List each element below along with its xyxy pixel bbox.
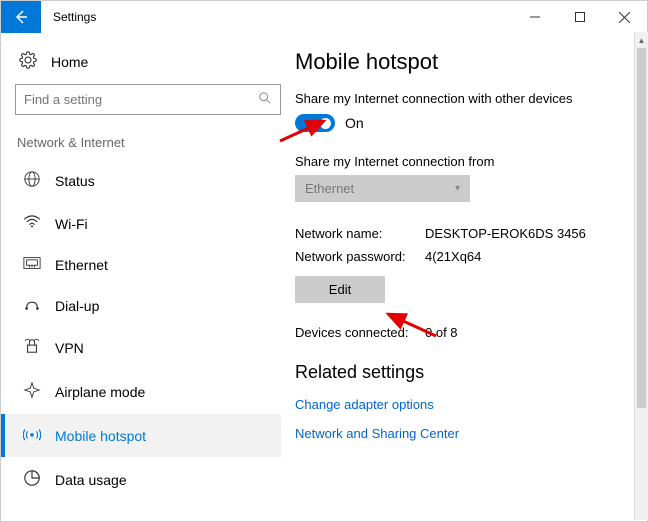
ethernet-icon (23, 256, 41, 273)
related-settings-heading: Related settings (295, 362, 627, 383)
network-password-label: Network password: (295, 249, 425, 264)
scroll-thumb[interactable] (637, 48, 646, 408)
data-usage-icon (23, 469, 41, 490)
chevron-down-icon: ▾ (455, 183, 460, 194)
dialup-icon (23, 297, 41, 314)
hotspot-toggle[interactable] (295, 114, 335, 132)
dropdown-value: Ethernet (305, 181, 354, 196)
search-input[interactable] (24, 92, 224, 107)
sidebar-item-wifi[interactable]: Wi-Fi (1, 203, 281, 244)
search-box[interactable] (15, 84, 281, 115)
scrollbar[interactable]: ▲ (634, 32, 648, 520)
network-password-value: 4(21Xq64 (425, 249, 481, 264)
maximize-icon (575, 12, 585, 22)
sidebar-item-label: Data usage (55, 472, 127, 488)
maximize-button[interactable] (557, 1, 602, 33)
back-arrow-icon (13, 9, 29, 25)
section-title: Network & Internet (15, 131, 281, 158)
sidebar-item-dialup[interactable]: Dial-up (1, 285, 281, 326)
sidebar-item-vpn[interactable]: VPN (1, 326, 281, 369)
share-connection-label: Share my Internet connection with other … (295, 91, 627, 106)
globe-icon (23, 170, 41, 191)
toggle-state-label: On (345, 115, 364, 131)
sidebar-item-status[interactable]: Status (1, 158, 281, 203)
sidebar-item-label: Dial-up (55, 298, 99, 314)
airplane-icon (23, 381, 41, 402)
sidebar-item-label: Ethernet (55, 257, 108, 273)
gear-icon (19, 51, 37, 72)
network-name-label: Network name: (295, 226, 425, 241)
window-title: Settings (53, 10, 96, 24)
sidebar-item-label: Airplane mode (55, 384, 145, 400)
hotspot-icon (23, 426, 41, 445)
share-from-label: Share my Internet connection from (295, 154, 627, 169)
search-icon (258, 91, 272, 108)
devices-connected-label: Devices connected: (295, 325, 425, 340)
back-button[interactable] (1, 1, 41, 33)
link-network-sharing[interactable]: Network and Sharing Center (295, 426, 627, 441)
sidebar-item-label: VPN (55, 340, 84, 356)
sidebar-item-ethernet[interactable]: Ethernet (1, 244, 281, 285)
sidebar-item-airplane[interactable]: Airplane mode (1, 369, 281, 414)
home-button[interactable]: Home (15, 43, 281, 84)
network-name-value: DESKTOP-EROK6DS 3456 (425, 226, 586, 241)
minimize-button[interactable] (512, 1, 557, 33)
edit-button[interactable]: Edit (295, 276, 385, 303)
sidebar-item-hotspot[interactable]: Mobile hotspot (1, 414, 281, 457)
share-from-dropdown[interactable]: Ethernet ▾ (295, 175, 470, 202)
sidebar-item-label: Wi-Fi (55, 216, 88, 232)
minimize-icon (530, 12, 540, 22)
sidebar-item-datausage[interactable]: Data usage (1, 457, 281, 502)
page-title: Mobile hotspot (295, 49, 627, 75)
close-icon (619, 12, 630, 23)
close-button[interactable] (602, 1, 647, 33)
scroll-up-icon[interactable]: ▲ (635, 32, 648, 48)
wifi-icon (23, 215, 41, 232)
link-adapter-options[interactable]: Change adapter options (295, 397, 627, 412)
devices-connected-value: 0 of 8 (425, 325, 458, 340)
toggle-knob (320, 118, 331, 129)
vpn-icon (23, 338, 41, 357)
sidebar: Home Network & Internet Status (1, 33, 291, 521)
titlebar: Settings (1, 1, 647, 33)
home-label: Home (51, 54, 88, 70)
main-panel: Mobile hotspot Share my Internet connect… (291, 33, 647, 521)
sidebar-item-label: Status (55, 173, 95, 189)
sidebar-item-label: Mobile hotspot (55, 428, 146, 444)
